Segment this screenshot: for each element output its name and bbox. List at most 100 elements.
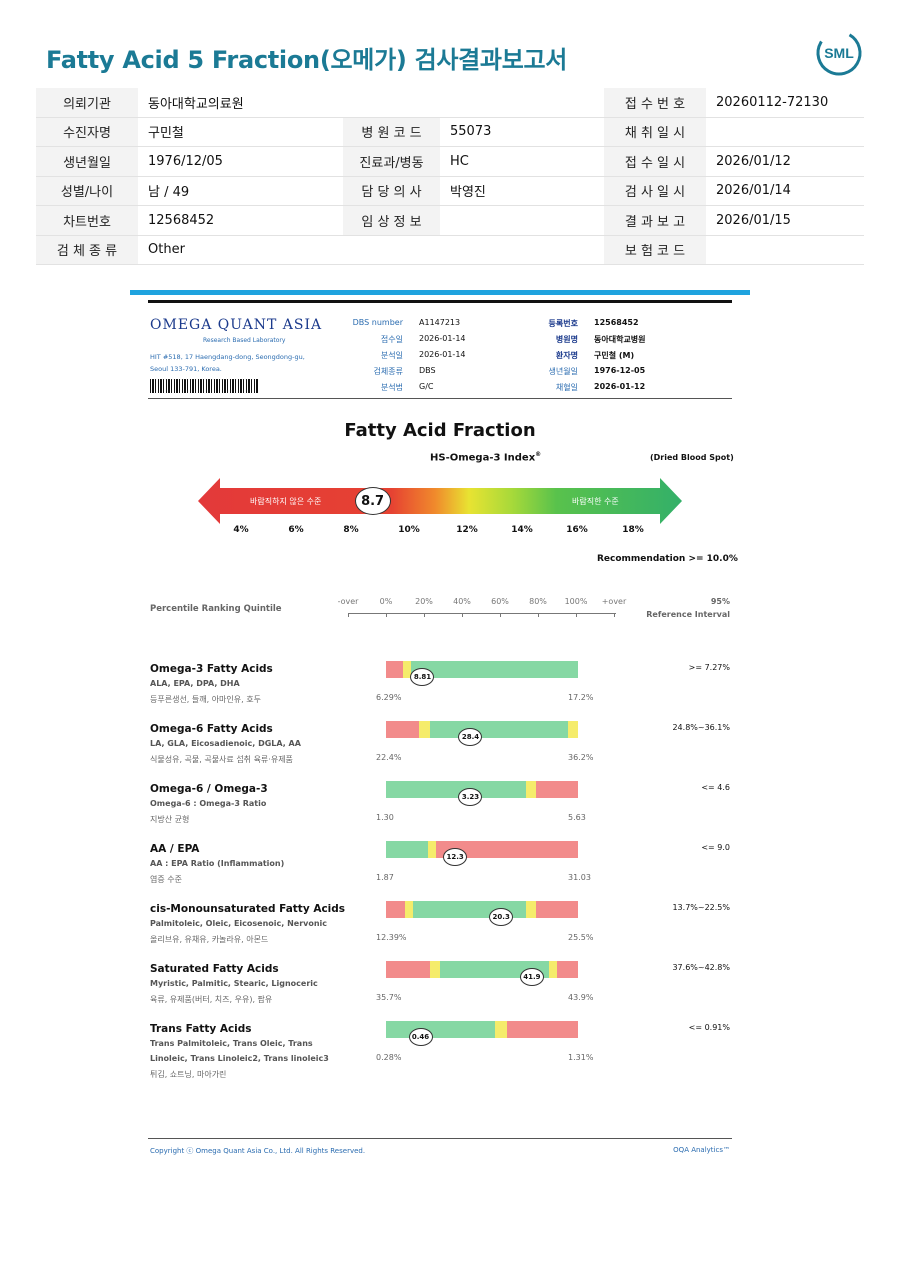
info-label: 접 수 번 호	[604, 88, 706, 118]
info-value	[706, 235, 864, 265]
page-title: Fatty Acid 5 Fraction(오메가) 검사결과보고서	[46, 46, 568, 74]
fa-bar-segment	[506, 1021, 578, 1038]
info-value: 박영진	[440, 176, 604, 206]
fa-max-value: 43.9%	[568, 993, 594, 1002]
footer-brand: OQA Analytics™	[673, 1146, 730, 1154]
fa-value-marker: 41.9	[519, 968, 544, 986]
fa-bar-segment	[386, 721, 419, 738]
lab-field-value: A1147213	[419, 318, 461, 327]
fa-sub: Palmitoleic, Oleic, Eicosenoic, Nervonic	[150, 919, 328, 928]
quintile-tick: 80%	[529, 597, 547, 606]
fa-name: AA / EPA	[150, 843, 200, 855]
lab-field-label: 병원명	[555, 335, 578, 344]
fa-bar-segment	[549, 961, 557, 978]
info-row: 성별/나이 남 / 49 담 당 의 사 박영진 검 사 일 시 2026/01/14	[36, 176, 864, 206]
fa-bar-segment	[535, 781, 578, 798]
fa-bar-segment	[386, 661, 404, 678]
info-label: 임 상 정 보	[343, 205, 440, 236]
lab-field-label: DBS number	[352, 318, 403, 327]
fa-bar-segment	[405, 901, 413, 918]
fa-name: Omega-3 Fatty Acids	[150, 663, 273, 675]
index-recommendation: Recommendation >= 10.0%	[597, 554, 738, 564]
quintile-tick: -over	[337, 597, 359, 606]
quintile-tick: 0%	[379, 597, 393, 606]
info-value	[440, 88, 604, 118]
info-value: 구민철	[138, 117, 343, 147]
lab-field-value: DBS	[419, 366, 436, 375]
fa-min-value: 0.28%	[376, 1053, 402, 1062]
fa-bar-segment	[386, 781, 527, 798]
lab-field-value: G/C	[419, 382, 434, 391]
info-label: 차트번호	[36, 205, 138, 236]
index-tick: 16%	[566, 525, 588, 535]
fa-max-value: 5.63	[568, 813, 586, 822]
quintile-tick: 20%	[415, 597, 433, 606]
info-value: 12568452	[138, 205, 343, 236]
info-label: 진료과/병동	[343, 146, 440, 177]
fa-name: Saturated Fatty Acids	[150, 963, 279, 975]
patient-info-table: 의뢰기관 동아대학교의료원 접 수 번 호 20260112-72130 수진자명 구민철…	[36, 88, 864, 265]
fa-bar-segment	[430, 961, 440, 978]
info-value: 55073	[440, 117, 604, 147]
fa-foods: 등푸른생선, 들깨, 아마인유, 호두	[150, 695, 261, 704]
barcode	[150, 379, 258, 393]
quintile-tick: 60%	[491, 597, 509, 606]
report-top-bar	[130, 290, 750, 295]
fa-bar-segment	[428, 841, 436, 858]
fa-sub: Trans Palmitoleic, Trans Oleic, Trans	[150, 1039, 313, 1048]
lab-field-value: 2026-01-14	[419, 334, 466, 343]
fa-min-value: 35.7%	[376, 993, 402, 1002]
fa-min-value: 6.29%	[376, 693, 402, 702]
lab-tagline: Research Based Laboratory	[203, 337, 286, 344]
fa-reference: <= 4.6	[701, 783, 730, 792]
fa-foods: 염증 수준	[150, 875, 182, 884]
fa-foods: 올리브유, 유채유, 카놀라유, 아몬드	[150, 935, 269, 944]
fa-range-bar	[386, 901, 578, 918]
info-label: 병 원 코 드	[343, 117, 440, 147]
quintile-tick: +over	[601, 597, 627, 606]
info-value	[440, 205, 604, 236]
lab-field-label: 생년월일	[548, 367, 578, 376]
info-label: 생년월일	[36, 146, 138, 177]
info-value: Other	[138, 235, 343, 265]
fa-range-bar	[386, 961, 578, 978]
index-tick: 8%	[343, 525, 359, 535]
fa-max-value: 36.2%	[568, 753, 594, 762]
fa-reference: 13.7%~22.5%	[672, 903, 730, 912]
info-value: 20260112-72130	[706, 88, 864, 118]
fa-value-marker: 8.81	[410, 668, 435, 686]
info-label: 채 취 일 시	[604, 117, 706, 147]
info-label: 의뢰기관	[36, 88, 138, 118]
report-divider-header	[148, 398, 732, 399]
index-high-label: 바람직한 수준	[572, 497, 619, 506]
lab-field-label: 분석법	[380, 383, 403, 392]
lab-field-value: 1976-12-05	[594, 366, 646, 375]
fa-bar-segment	[568, 721, 578, 738]
index-value-marker: 8.7	[354, 487, 391, 515]
index-title: HS-Omega-3 Index®	[430, 451, 542, 464]
info-row: 검 체 종 류 Other 보 험 코 드	[36, 235, 864, 265]
lab-field-label: 검체종류	[373, 367, 403, 376]
index-tick: 6%	[288, 525, 304, 535]
info-value: 2026/01/15	[706, 205, 864, 236]
fa-bar-segment	[430, 721, 569, 738]
lab-field-value: 12568452	[594, 318, 639, 327]
quintile-tick: 40%	[453, 597, 471, 606]
fa-foods: 식물성유, 곡물, 곡물사료 섭취 육류·유제품	[150, 755, 293, 764]
index-sample: (Dried Blood Spot)	[650, 453, 734, 462]
info-label: 수진자명	[36, 117, 138, 147]
lab-field-label: 채혈일	[555, 383, 578, 392]
ref-bottom: Reference Interval	[646, 610, 730, 619]
report-divider-footer	[148, 1138, 732, 1139]
fa-min-value: 22.4%	[376, 753, 402, 762]
fa-sub: LA, GLA, Eicosadienoic, DGLA, AA	[150, 739, 301, 748]
info-label: 접 수 일 시	[604, 146, 706, 177]
lab-field-value: 구민철 (M)	[594, 351, 635, 360]
fa-min-value: 1.87	[376, 873, 394, 882]
fa-name: cis-Monounsaturated Fatty Acids	[150, 903, 346, 915]
fa-reference: 37.6%~42.8%	[672, 963, 730, 972]
fa-sub: Omega-6 : Omega-3 Ratio	[150, 799, 267, 808]
fa-bar-segment	[526, 901, 536, 918]
info-label: 담 당 의 사	[343, 176, 440, 206]
fa-bar-segment	[535, 901, 578, 918]
